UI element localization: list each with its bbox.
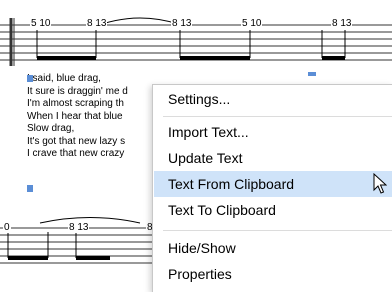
selection-marker — [308, 72, 316, 76]
tab-label-top-3: 8 13 — [171, 18, 193, 29]
menu-item-text-from-clipboard[interactable]: Text From Clipboard — [154, 171, 392, 197]
menu-separator — [163, 230, 392, 231]
menu-item-properties[interactable]: Properties — [154, 261, 392, 287]
menu-separator — [163, 116, 392, 117]
lyrics-end-handle[interactable] — [27, 185, 33, 192]
tab-label-bottom-2: 8 13 — [68, 222, 90, 233]
lyrics-start-handle[interactable] — [27, 75, 33, 82]
menu-item-update-text[interactable]: Update Text — [154, 145, 392, 171]
menu-item-hide-show[interactable]: Hide/Show — [154, 235, 392, 261]
menu-item-settings[interactable]: Settings... — [154, 86, 392, 112]
tab-label-bottom-1: 0 — [3, 222, 11, 233]
menu-item-import-text[interactable]: Import Text... — [154, 119, 392, 145]
context-menu: Settings... Import Text... Update Text T… — [152, 84, 392, 292]
tab-label-top-2: 8 13 — [86, 18, 108, 29]
menu-item-text-to-clipboard[interactable]: Text To Clipboard — [154, 197, 392, 223]
mouse-pointer-icon — [373, 173, 387, 194]
tab-label-top-4: 5 10 — [241, 18, 263, 29]
tab-label-top-1: 5 10 — [30, 18, 52, 29]
tab-label-top-5: 8 13 — [331, 18, 353, 29]
